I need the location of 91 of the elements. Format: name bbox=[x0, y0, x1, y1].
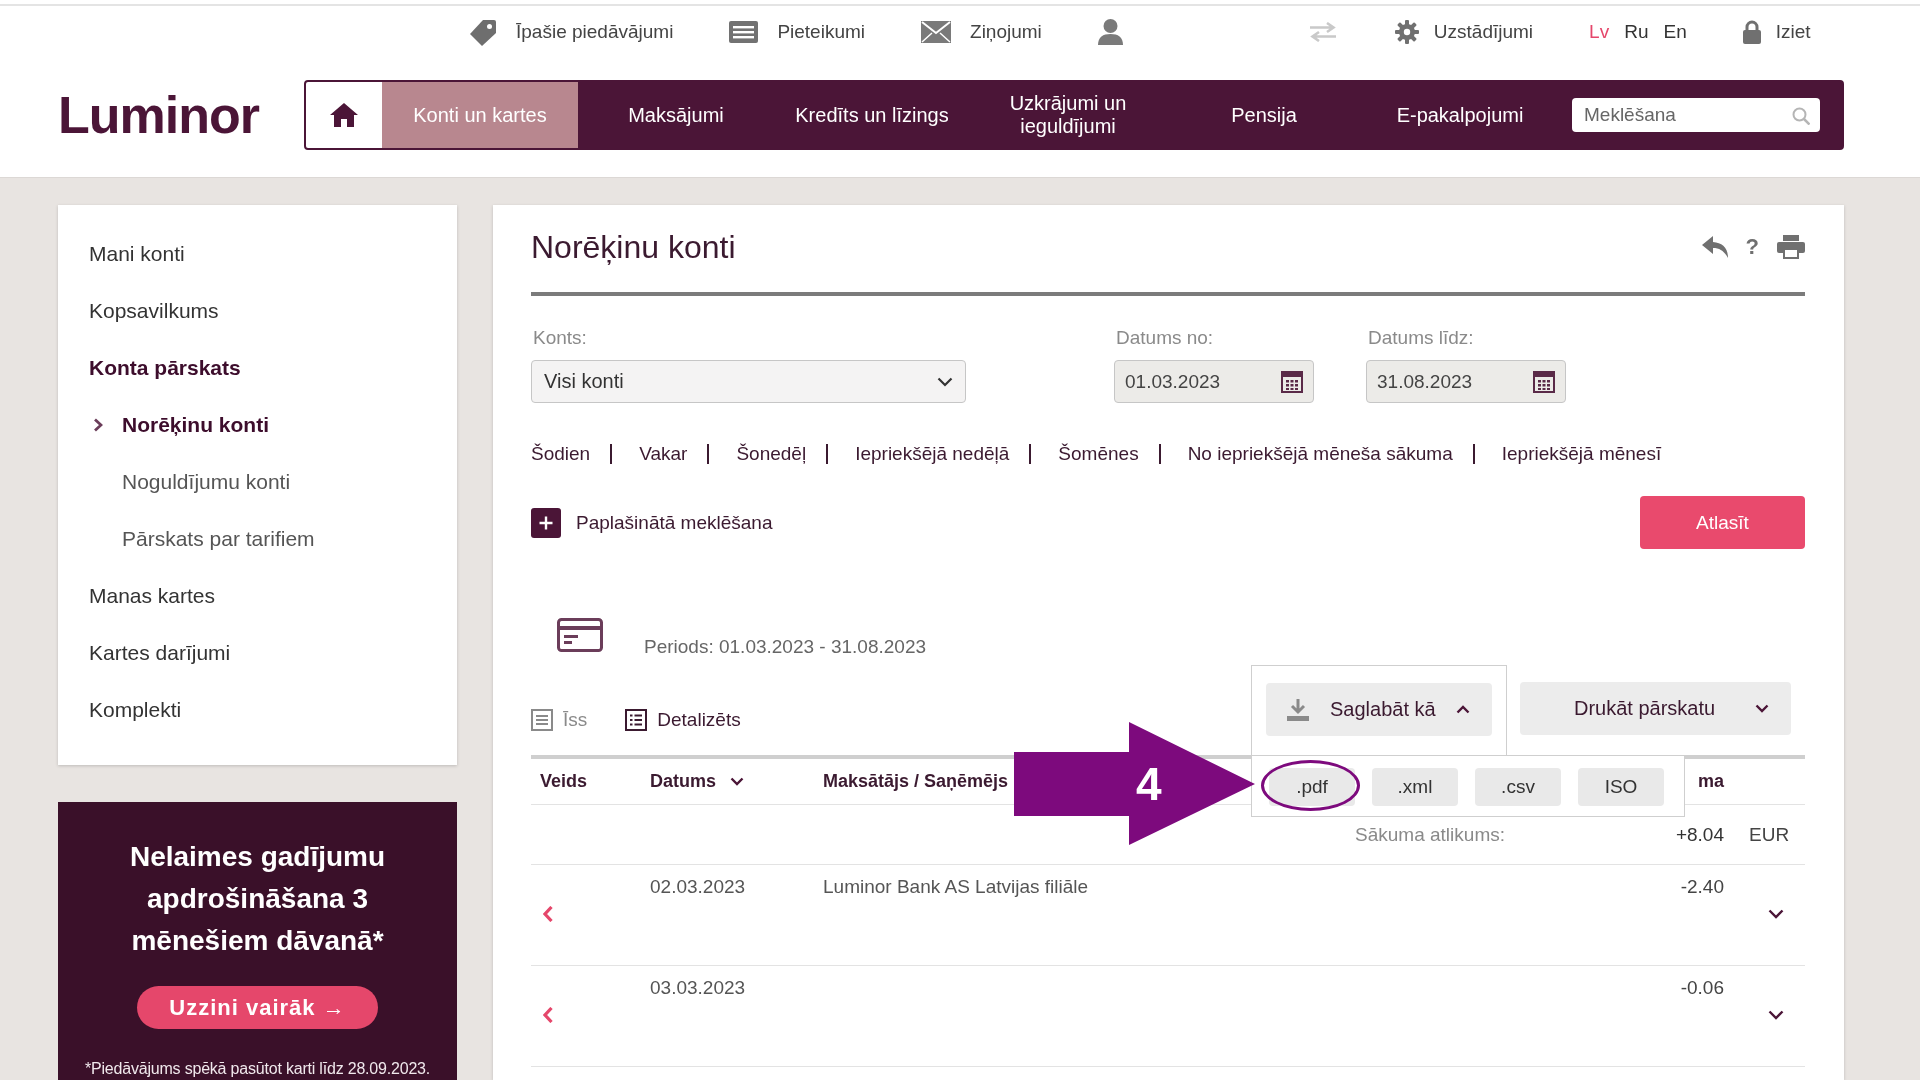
logo[interactable]: Luminor bbox=[58, 86, 259, 144]
column-header: Maksātājs / Saņēmējs bbox=[823, 771, 1009, 792]
sidebar-item[interactable]: Manas kartes bbox=[58, 567, 457, 624]
date-to-field[interactable]: 31.08.2023 bbox=[1366, 360, 1566, 403]
column-header: Veids bbox=[540, 771, 588, 792]
help-button[interactable]: ? bbox=[1745, 235, 1759, 259]
language-link[interactable]: Ru bbox=[1624, 21, 1649, 43]
credit-card-icon bbox=[557, 618, 603, 652]
sidebar-item[interactable]: Kartes darījumi bbox=[58, 624, 457, 681]
balance-label: Sākuma atlikums: bbox=[1355, 823, 1505, 846]
advanced-search-toggle[interactable]: Paplašinātā meklēšana bbox=[531, 507, 773, 538]
applications-link[interactable]: Pieteikumi bbox=[729, 21, 866, 43]
account-select[interactable]: Visi konti bbox=[531, 360, 966, 403]
export-format-option[interactable]: .csv bbox=[1475, 768, 1561, 806]
plus-icon bbox=[531, 507, 561, 538]
field-label: Datums līdz: bbox=[1367, 328, 1475, 348]
chevron-down-icon[interactable] bbox=[1768, 909, 1784, 919]
chevron-down-icon bbox=[937, 376, 953, 387]
column-header: ma bbox=[1698, 771, 1724, 792]
mail-icon bbox=[921, 21, 952, 43]
date-text: 02.03.2023 bbox=[650, 876, 746, 898]
promo-headline: Nelaimes gadījumu apdrošināšana 3 mēnešiem dāvanā* bbox=[128, 840, 387, 958]
detailed-list-icon bbox=[625, 709, 648, 731]
nav-item[interactable]: Uzkrājumi un ieguldījumi bbox=[970, 82, 1166, 148]
promo-footnote: *Piedāvājums spēkā pasūtot karti līdz 28.09.2023. bbox=[83, 1060, 432, 1078]
language-link[interactable]: En bbox=[1663, 21, 1687, 43]
date-range-link[interactable]: Iepriekšējā mēnesī bbox=[1501, 444, 1662, 464]
caret-down-icon bbox=[730, 777, 744, 786]
caret-up-icon bbox=[1455, 705, 1470, 714]
chevron-left-icon bbox=[543, 906, 553, 922]
export-format-option[interactable]: .pdf bbox=[1269, 768, 1355, 806]
view-toggle[interactable]: Detalizēts bbox=[625, 709, 741, 731]
save-as-button[interactable]: Saglabāt kā bbox=[1266, 683, 1492, 736]
tag-icon bbox=[469, 18, 497, 46]
print-report-button[interactable]: Drukāt pārskatu bbox=[1520, 682, 1791, 735]
logout-link[interactable]: Iziet bbox=[1742, 20, 1811, 44]
date-range-link[interactable]: Iepriekšējā nedēļā bbox=[855, 444, 1010, 464]
list-icon bbox=[531, 709, 553, 731]
nav-item[interactable]: Maksājumi bbox=[578, 82, 774, 148]
date-range-link[interactable]: Šomēnes bbox=[1058, 444, 1139, 464]
nav-item[interactable]: Kredīts un līzings bbox=[774, 82, 970, 148]
home-button[interactable] bbox=[306, 82, 382, 148]
lock-icon bbox=[1742, 20, 1761, 44]
learn-more-button[interactable]: Uzzini vairāk → bbox=[137, 986, 378, 1029]
chevron-down-icon[interactable] bbox=[1768, 1010, 1784, 1020]
settings-link[interactable]: Uzstādījumi bbox=[1394, 20, 1534, 44]
nav-item[interactable]: Pensija bbox=[1166, 82, 1362, 148]
calendar-icon bbox=[1533, 370, 1555, 393]
profile-icon[interactable] bbox=[1097, 19, 1123, 45]
nav-item[interactable]: E-pakalpojumi bbox=[1362, 82, 1558, 148]
search-icon bbox=[1792, 107, 1810, 125]
sidebar-item[interactable]: Norēķinu konti bbox=[58, 396, 457, 453]
download-icon bbox=[1286, 698, 1310, 721]
date-from-field[interactable]: 01.03.2023 bbox=[1114, 360, 1314, 403]
sidebar-item[interactable]: Komplekti bbox=[58, 681, 457, 738]
home-icon bbox=[330, 103, 358, 127]
chevron-right-icon bbox=[93, 417, 103, 432]
period-text: Periods: 01.03.2023 - 31.08.2023 bbox=[644, 637, 927, 657]
sidebar-item[interactable]: Pārskats par tarifiem bbox=[58, 510, 457, 567]
chevron-left-icon bbox=[543, 1007, 553, 1023]
search-field[interactable]: Meklēšana bbox=[1572, 98, 1820, 132]
sidebar-item[interactable]: Konta pārskats bbox=[58, 339, 457, 396]
language-link[interactable]: Lv bbox=[1589, 21, 1610, 43]
amount-text: +8.04 bbox=[1675, 823, 1724, 846]
undo-icon[interactable] bbox=[1701, 236, 1728, 258]
print-icon[interactable] bbox=[1777, 235, 1805, 259]
calendar-icon bbox=[1281, 370, 1303, 393]
step-number: 4 bbox=[1136, 759, 1162, 809]
payee-text: Luminor Bank AS Latvijas filiāle bbox=[823, 876, 1089, 898]
apply-button[interactable]: Atlasīt bbox=[1640, 496, 1805, 549]
date-range-link[interactable]: Šodien bbox=[531, 444, 591, 464]
field-label: Konts: bbox=[532, 328, 588, 348]
export-format-option[interactable]: ISO bbox=[1578, 768, 1664, 806]
column-header[interactable]: Datums bbox=[650, 771, 744, 792]
page-title: Norēķinu konti bbox=[531, 229, 736, 265]
document-icon bbox=[729, 21, 759, 43]
sidebar-item[interactable]: Mani konti bbox=[58, 225, 457, 282]
date-text: 03.03.2023 bbox=[650, 977, 746, 999]
field-label: Datums no: bbox=[1115, 328, 1215, 348]
currency-text: EUR bbox=[1749, 823, 1790, 846]
date-range-link[interactable]: Šonedēļ bbox=[736, 444, 807, 464]
amount-text: -2.40 bbox=[1680, 876, 1724, 898]
date-range-link[interactable]: No iepriekšējā mēneša sākuma bbox=[1187, 444, 1453, 464]
offers-link[interactable]: Īpašie piedāvājumi bbox=[469, 18, 674, 46]
amount-text: -0.06 bbox=[1680, 977, 1724, 999]
caret-down-icon bbox=[1755, 704, 1769, 713]
sidebar-item[interactable]: Kopsavilkums bbox=[58, 282, 457, 339]
messages-link[interactable]: Ziņojumi bbox=[921, 21, 1042, 43]
sidebar-item[interactable]: Noguldījumu konti bbox=[58, 453, 457, 510]
export-format-option[interactable]: .xml bbox=[1372, 768, 1458, 806]
date-range-link[interactable]: Vakar bbox=[639, 444, 688, 464]
